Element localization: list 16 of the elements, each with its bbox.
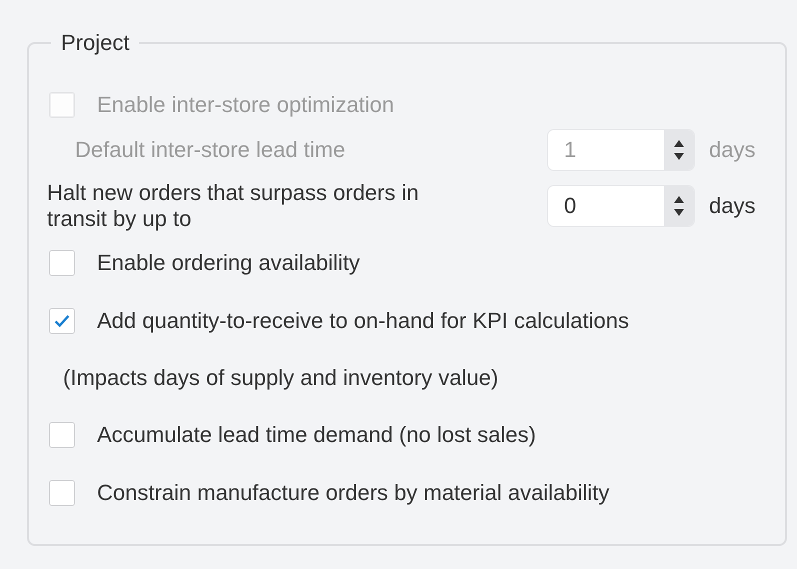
checkbox[interactable] xyxy=(49,480,75,506)
unit-label: days xyxy=(709,193,756,219)
checkbox-label: Constrain manufacture orders by material availability xyxy=(97,480,610,506)
unit-label: days xyxy=(709,137,756,163)
number-field[interactable]: 0 xyxy=(547,185,695,227)
field-label: Halt new orders that surpass orders in transit by up to xyxy=(47,180,420,232)
checkbox-label: Enable ordering availability xyxy=(97,250,360,276)
field-label: Default inter-store lead time xyxy=(75,136,346,164)
checkbox-label: Enable inter-store optimization xyxy=(97,92,394,118)
checkbox[interactable] xyxy=(49,250,75,276)
group-title: Project xyxy=(60,30,130,56)
note-text: (Impacts days of supply and inventory value) xyxy=(62,364,500,392)
checkbox[interactable] xyxy=(49,308,75,334)
checkbox-label: Add quantity-to-receive to on-hand for KPI calculations xyxy=(97,308,629,334)
checkbox[interactable] xyxy=(49,422,75,448)
checkbox-label: Accumulate lead time demand (no lost sales) xyxy=(97,422,536,448)
